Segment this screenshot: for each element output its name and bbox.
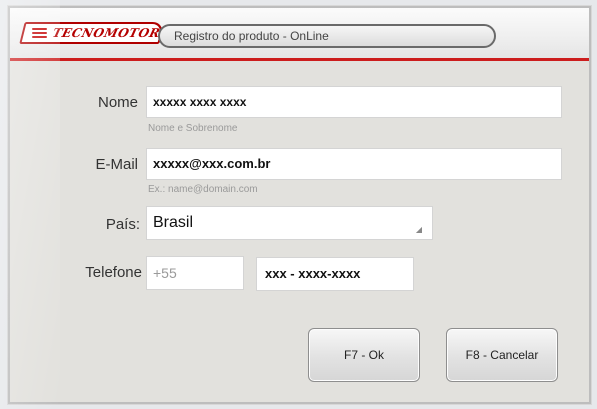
email-hint: Ex.: name@domain.com [148,184,258,195]
phone-number-input[interactable]: xxx - xxxx-xxxx [256,257,414,291]
brand-logo: TECNOMOTOR [19,22,165,44]
email-input[interactable]: xxxxx@xxx.com.br [146,148,562,180]
country-select[interactable]: Brasil ◢ [146,206,433,240]
name-hint: Nome e Sobrenome [148,123,238,134]
registration-window: TECNOMOTOR Registro do produto - OnLine … [8,6,591,404]
phone-country-code-input[interactable]: +55 [146,256,244,290]
title-divider [10,58,589,61]
window-title: Registro do produto - OnLine [158,24,496,48]
phone-label: Telefone [85,264,142,281]
screen: TECNOMOTOR Registro do produto - OnLine … [0,0,597,409]
name-input[interactable]: xxxxx xxxx xxxx [146,86,562,118]
email-label: E-Mail [95,156,138,173]
dropdown-arrow-icon: ◢ [415,225,422,234]
ok-button[interactable]: F7 - Ok [308,328,420,382]
tecnomotor-logo-icon [32,28,47,38]
cancel-button[interactable]: F8 - Cancelar [446,328,558,382]
logo-text: TECNOMOTOR [51,26,162,40]
name-label: Nome [97,94,138,111]
country-label: País: [105,216,140,233]
title-bar: TECNOMOTOR Registro do produto - OnLine [10,8,589,60]
country-value: Brasil [153,214,194,231]
